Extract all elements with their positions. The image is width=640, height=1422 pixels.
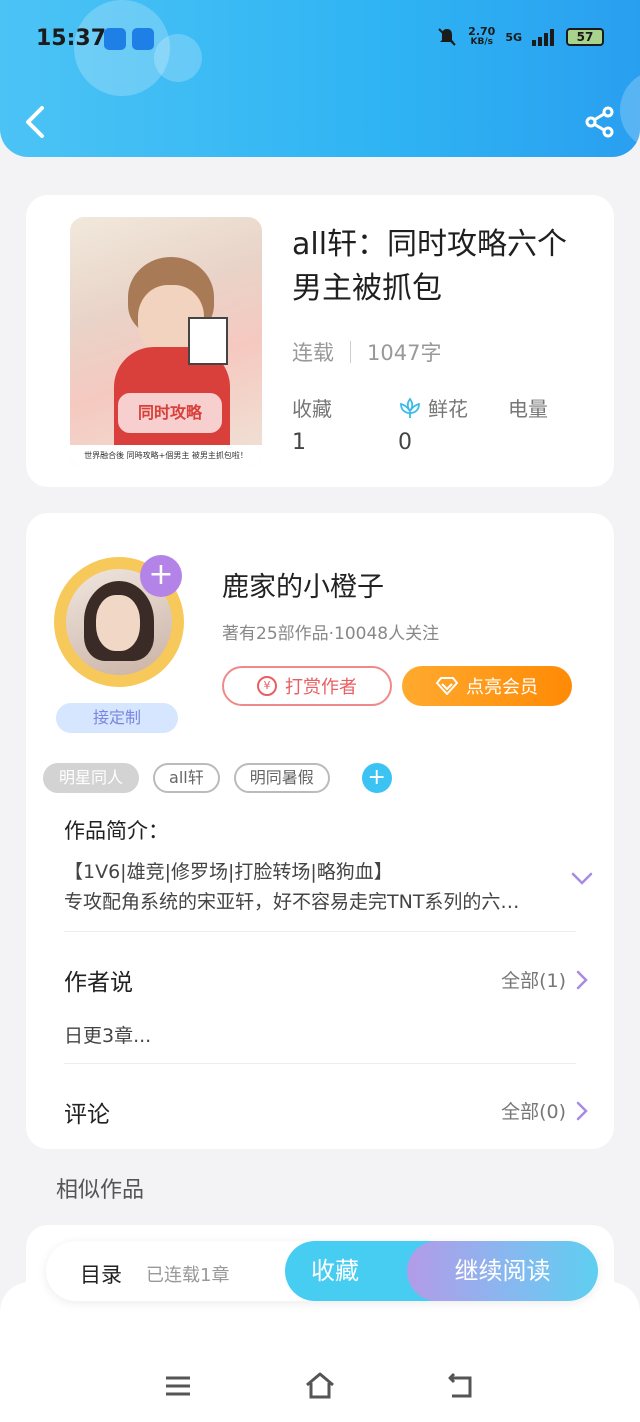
tag[interactable]: 明同暑假: [233, 763, 330, 793]
continue-reading-button[interactable]: 继续阅读: [407, 1241, 598, 1301]
toc-button[interactable]: 目录: [80, 1259, 122, 1289]
app-icon: [104, 28, 126, 50]
home-icon[interactable]: [304, 1370, 336, 1402]
avatar-art: [96, 595, 140, 651]
divider: [64, 931, 576, 932]
link-label: 全部(1): [501, 970, 566, 992]
stat-label: 收藏: [292, 397, 332, 421]
stat-value: 0: [398, 430, 412, 455]
book-cover[interactable]: 同时攻略 世界融合後 同時攻略+個男主 被男主抓包啦！: [70, 217, 262, 467]
system-nav-bar: [0, 1282, 640, 1422]
network-speed: 2.70 KB/s: [468, 26, 495, 48]
divider: [64, 1063, 576, 1064]
cover-title-art: 同时攻略: [118, 393, 222, 433]
author-says-text: 日更3章...: [64, 1025, 152, 1047]
share-icon[interactable]: [584, 106, 616, 138]
battery-icon: 57: [566, 28, 604, 46]
speed-value: 2.70: [468, 25, 496, 38]
stat-favorites: 收藏 1: [292, 393, 332, 455]
header: 15:37 2.70 KB/s 5G 57: [0, 0, 640, 157]
network-type: 5G: [505, 30, 522, 44]
divider: [350, 341, 351, 363]
add-tag-button[interactable]: +: [361, 763, 392, 793]
vip-button[interactable]: 点亮会员: [402, 666, 572, 706]
tip-author-button[interactable]: ¥ 打赏作者: [222, 666, 392, 706]
diamond-icon: [436, 677, 458, 695]
chevron-right-icon: [576, 1101, 588, 1120]
author-meta: 著有25部作品·10048人关注: [222, 624, 440, 644]
vip-label: 点亮会员: [466, 677, 538, 698]
tip-author-label: 打赏作者: [285, 677, 357, 698]
speed-unit: KB/s: [470, 37, 493, 47]
book-info-card: 同时攻略 世界融合後 同時攻略+個男主 被男主抓包啦！ all轩：同时攻略六个男…: [26, 195, 614, 487]
tag[interactable]: 明星同人: [43, 763, 140, 793]
author-name[interactable]: 鹿家的小橙子: [222, 565, 384, 604]
book-status-row: 连载 1047字: [292, 337, 441, 367]
intro-label: 作品简介：: [64, 819, 169, 843]
details-card: + 接定制 鹿家的小橙子 著有25部作品·10048人关注 ¥ 打赏作者 点亮会…: [26, 513, 614, 1149]
decor-bubble: [154, 34, 202, 82]
cover-band-text: 世界融合後 同時攻略+個男主 被男主抓包啦！: [70, 445, 262, 467]
intro-line: 专攻配角系统的宋亚轩，好不容易走完TNT系列的六…: [64, 891, 520, 913]
menu-icon[interactable]: [162, 1370, 194, 1402]
cover-art: [188, 317, 228, 365]
serial-status: 连载: [292, 341, 334, 365]
back-icon[interactable]: [22, 104, 50, 140]
chevron-down-icon[interactable]: [570, 871, 594, 887]
word-count: 1047字: [367, 341, 442, 365]
stat-label: 鲜花: [428, 397, 468, 421]
author-says-title: 作者说: [64, 970, 133, 996]
stat-power[interactable]: 电量: [508, 393, 548, 430]
comments-all-link[interactable]: 全部(0): [501, 1097, 588, 1124]
status-time: 15:37: [36, 26, 107, 51]
custom-order-badge[interactable]: 接定制: [56, 703, 178, 733]
author-says-all-link[interactable]: 全部(1): [501, 966, 588, 993]
stat-label-wrap: 鲜花: [398, 393, 468, 422]
back-icon[interactable]: [446, 1370, 478, 1402]
yuan-icon: ¥: [257, 676, 277, 696]
broadcast-icon: [132, 28, 154, 50]
mute-bell-icon: [438, 28, 456, 46]
similar-works-title: 相似作品: [56, 1178, 145, 1203]
book-title: all轩：同时攻略六个男主被抓包: [292, 227, 568, 306]
decor-bubble: [620, 70, 640, 150]
link-label: 全部(0): [501, 1101, 566, 1123]
signal-icon: [532, 29, 554, 46]
flower-icon: [400, 396, 420, 418]
stat-label: 电量: [508, 397, 548, 421]
follow-author-button[interactable]: +: [140, 555, 182, 597]
intro-line: 【1V6|雄竞|修罗场|打脸转场|略狗血】: [64, 861, 393, 883]
bottom-action-bar: 目录 已连载1章 收藏 继续阅读: [46, 1241, 598, 1301]
stat-value: 1: [292, 430, 306, 455]
status-indicators: 2.70 KB/s 5G 57: [436, 26, 604, 48]
tag[interactable]: all轩: [153, 763, 220, 793]
toc-status: 已连载1章: [146, 1265, 230, 1286]
chevron-right-icon: [576, 970, 588, 989]
stat-flowers[interactable]: 鲜花 0: [398, 393, 468, 455]
tag-list: 明星同人 all轩 明同暑假 +: [43, 763, 392, 793]
comments-title: 评论: [64, 1102, 110, 1128]
